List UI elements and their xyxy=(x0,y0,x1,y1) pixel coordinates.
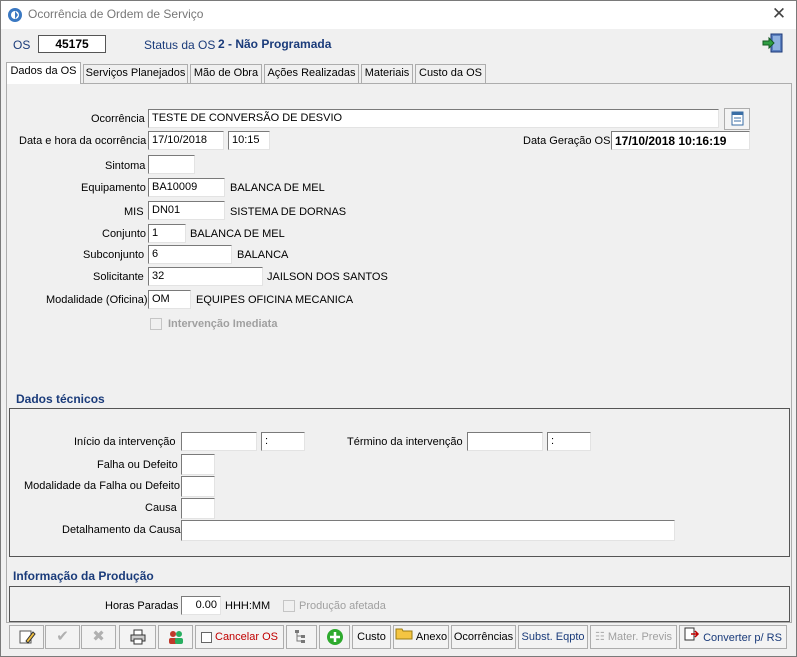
equipamento-label: Equipamento xyxy=(81,182,146,194)
termino-label: Término da intervenção xyxy=(347,436,463,448)
producao-afetada-label: Produção afetada xyxy=(299,600,386,612)
users-button[interactable] xyxy=(158,625,193,649)
checkbox-icon xyxy=(201,631,212,643)
plus-icon xyxy=(326,629,344,646)
causa-label: Causa xyxy=(145,502,177,514)
hora-ocorrencia-field[interactable]: 10:15 xyxy=(228,131,270,150)
ocorrencia-field[interactable]: TESTE DE CONVERSÃO DE DESVIO xyxy=(148,109,719,128)
users-icon xyxy=(167,631,185,645)
solicitante-code-field[interactable]: 32 xyxy=(148,267,263,286)
mis-desc: SISTEMA DE DORNAS xyxy=(230,206,347,218)
print-button[interactable] xyxy=(119,625,156,649)
check-icon: ✔ xyxy=(56,628,69,645)
producao-afetada-checkbox[interactable] xyxy=(283,600,295,612)
pencil-icon xyxy=(18,630,36,644)
intervencao-imediata-label: Intervenção Imediata xyxy=(168,318,278,330)
detalhamento-field[interactable] xyxy=(181,520,675,541)
close-icon[interactable]: ✕ xyxy=(767,3,791,25)
tab-servicos-planejados[interactable]: Serviços Planejados xyxy=(83,64,188,83)
tab-mao-de-obra[interactable]: Mão de Obra xyxy=(190,64,262,83)
horas-unit: HHH:MM xyxy=(225,600,271,612)
mis-code-field[interactable]: DN01 xyxy=(148,201,225,220)
falha-label: Falha ou Defeito xyxy=(97,459,178,471)
data-geracao-field: 17/10/2018 10:16:19 xyxy=(611,131,750,150)
printer-icon xyxy=(129,629,147,645)
anexo-button[interactable]: Anexo xyxy=(393,625,449,649)
subconjunto-code-field[interactable]: 6 xyxy=(148,245,232,264)
intervencao-imediata-checkbox[interactable] xyxy=(150,318,162,330)
equipamento-desc: BALANCA DE MEL xyxy=(230,182,325,194)
tab-dados-os[interactable]: Dados da OS xyxy=(6,62,81,84)
subst-eqpto-button[interactable]: Subst. Eqpto xyxy=(518,625,588,649)
conjunto-label: Conjunto xyxy=(102,228,147,240)
sintoma-field[interactable] xyxy=(148,155,195,174)
convert-icon xyxy=(684,626,700,650)
tree-button[interactable] xyxy=(286,625,317,649)
modalidade-label: Modalidade (Oficina) xyxy=(46,294,148,306)
causa-field[interactable] xyxy=(181,498,215,519)
add-button[interactable] xyxy=(319,625,350,649)
x-icon: ✖ xyxy=(92,628,105,645)
mis-label: MIS xyxy=(124,206,144,218)
list-icon: ☷ xyxy=(594,631,605,644)
data-ocorrencia-field[interactable]: 17/10/2018 xyxy=(148,131,224,150)
sintoma-label: Sintoma xyxy=(105,160,146,172)
ocorrencia-label: Ocorrência xyxy=(91,113,145,125)
modalidade-desc: EQUIPES OFICINA MECANICA xyxy=(196,294,354,306)
folder-icon xyxy=(395,626,413,648)
solicitante-desc: JAILSON DOS SANTOS xyxy=(267,271,388,283)
horas-paradas-field[interactable]: 0.00 xyxy=(181,596,221,615)
data-hora-label: Data e hora da ocorrência xyxy=(19,135,147,147)
solicitante-label: Solicitante xyxy=(93,271,144,283)
title-bar: Ocorrência de Ordem de Serviço ✕ xyxy=(1,1,796,29)
termino-date-field[interactable] xyxy=(467,432,543,451)
termino-time-field[interactable]: : xyxy=(547,432,591,451)
main-window: Ocorrência de Ordem de Serviço ✕ OS 4517… xyxy=(0,0,797,657)
horas-paradas-label: Horas Paradas xyxy=(105,600,179,612)
tab-acoes-realizadas[interactable]: Ações Realizadas xyxy=(264,64,359,83)
producao-title: Informação da Produção xyxy=(13,569,154,583)
modalidade-code-field[interactable]: OM xyxy=(148,290,191,309)
conjunto-code-field[interactable]: 1 xyxy=(148,224,186,243)
tree-icon xyxy=(293,630,311,644)
tab-custo-os[interactable]: Custo da OS xyxy=(415,64,486,83)
custo-button[interactable]: Custo xyxy=(352,625,391,649)
exit-icon[interactable] xyxy=(761,32,785,54)
converter-rs-button[interactable]: Converter p/ RS xyxy=(679,625,787,649)
equipamento-code-field[interactable]: BA10009 xyxy=(148,178,225,197)
dados-tecnicos-title: Dados técnicos xyxy=(16,392,105,406)
data-geracao-label: Data Geração OS xyxy=(523,135,611,147)
edit-button[interactable] xyxy=(9,625,44,649)
modalidade-falha-label: Modalidade da Falha ou Defeito xyxy=(24,480,180,492)
tab-materiais[interactable]: Materiais xyxy=(361,64,413,83)
ocorrencias-button[interactable]: Ocorrências xyxy=(451,625,516,649)
calendar-notes-icon[interactable] xyxy=(724,108,750,130)
window-title: Ocorrência de Ordem de Serviço xyxy=(28,7,204,21)
conjunto-desc: BALANCA DE MEL xyxy=(190,228,285,240)
app-icon xyxy=(7,7,23,26)
confirm-button[interactable]: ✔ xyxy=(45,625,80,649)
cancel-edit-button[interactable]: ✖ xyxy=(81,625,116,649)
status-value: 2 - Não Programada xyxy=(218,37,332,51)
os-label: OS xyxy=(13,38,31,52)
inicio-time-field[interactable]: : xyxy=(261,432,305,451)
status-label: Status da OS xyxy=(144,38,216,52)
inicio-date-field[interactable] xyxy=(181,432,257,451)
detalhamento-label: Detalhamento da Causa xyxy=(62,524,181,536)
os-number-field: 45175 xyxy=(38,35,106,53)
subconjunto-label: Subconjunto xyxy=(83,249,145,261)
inicio-label: Início da intervenção xyxy=(74,436,176,448)
mater-previs-button[interactable]: ☷ Mater. Previs xyxy=(590,625,677,649)
falha-field[interactable] xyxy=(181,454,215,475)
modalidade-falha-field[interactable] xyxy=(181,476,215,497)
cancelar-os-button[interactable]: Cancelar OS xyxy=(195,625,284,649)
subconjunto-desc: BALANCA xyxy=(237,249,289,261)
